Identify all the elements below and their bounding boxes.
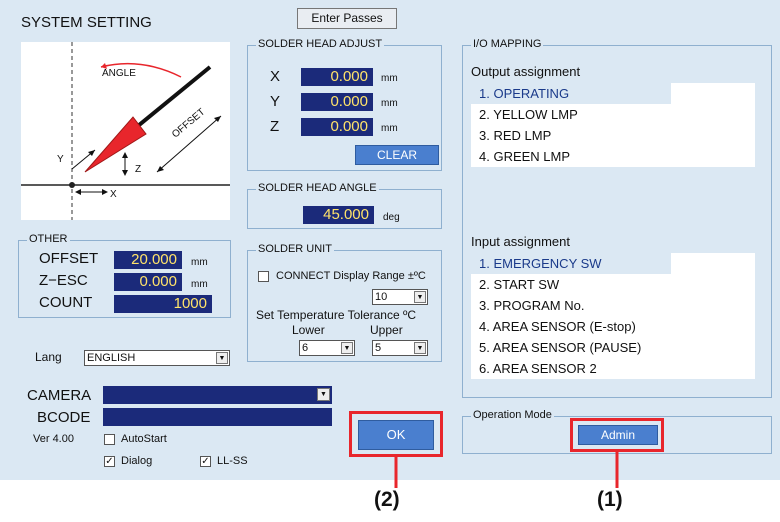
- callout-lines: [394, 452, 619, 488]
- admin-callout-label: (1): [597, 488, 623, 511]
- ok-callout-label: (2): [374, 488, 400, 511]
